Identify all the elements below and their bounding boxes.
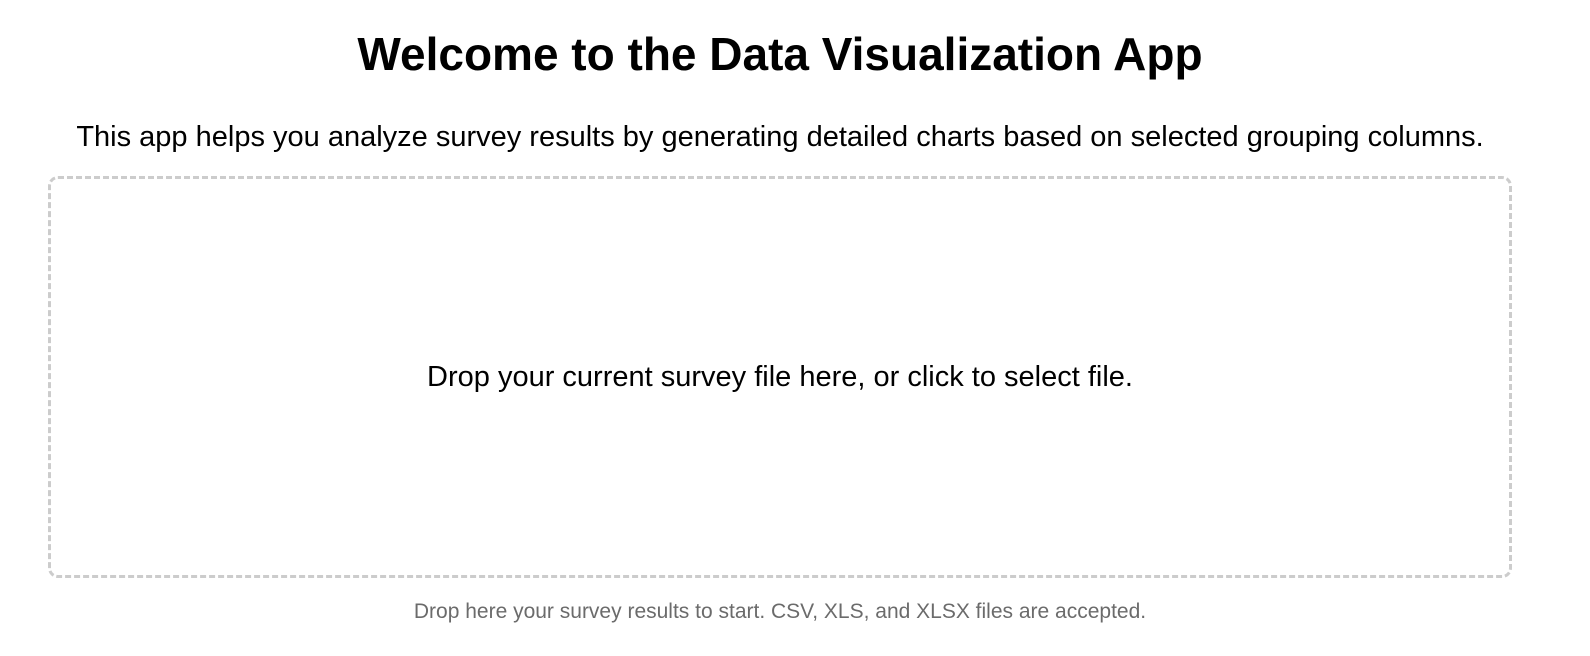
dropzone-label: Drop your current survey file here, or c… [427, 361, 1133, 393]
app-description: This app helps you analyze survey result… [76, 121, 1484, 153]
page-title: Welcome to the Data Visualization App [357, 28, 1203, 80]
file-dropzone[interactable]: Drop your current survey file here, or c… [48, 176, 1512, 578]
page: Welcome to the Data Visualization App Th… [0, 0, 1590, 656]
upload-hint: Drop here your survey results to start. … [413, 600, 1147, 623]
